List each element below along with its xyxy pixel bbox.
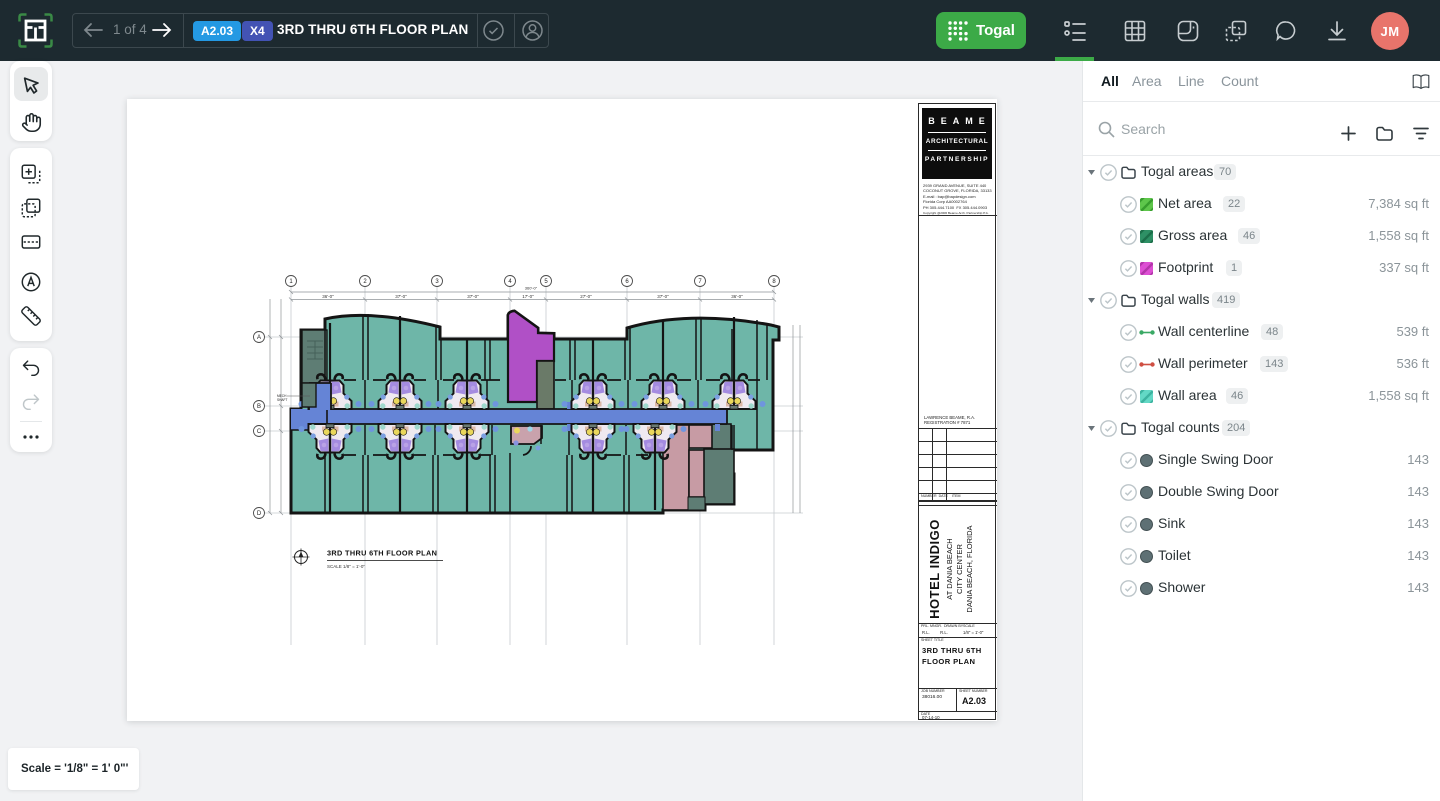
svg-text:37'-0": 37'-0" (657, 294, 669, 299)
svg-text:3RD THRU 6TH FLOOR PLAN: 3RD THRU 6TH FLOOR PLAN (327, 549, 437, 558)
svg-text:D: D (257, 511, 262, 517)
svg-text:B: B (257, 404, 261, 410)
svg-text:27'-0": 27'-0" (580, 294, 592, 299)
svg-text:37'-0": 37'-0" (467, 294, 479, 299)
svg-text:37'-0": 37'-0" (395, 294, 407, 299)
svg-text:A: A (257, 335, 261, 341)
svg-text:SHAFT: SHAFT (277, 398, 288, 402)
svg-text:36'-0": 36'-0" (731, 294, 743, 299)
svg-text:36'-0": 36'-0" (322, 294, 334, 299)
svg-text:17'-0": 17'-0" (522, 294, 534, 299)
svg-text:360'-0": 360'-0" (525, 286, 538, 291)
svg-text:C: C (257, 429, 262, 435)
svg-text:SCALE 1/8" = 1'-0": SCALE 1/8" = 1'-0" (327, 564, 365, 569)
